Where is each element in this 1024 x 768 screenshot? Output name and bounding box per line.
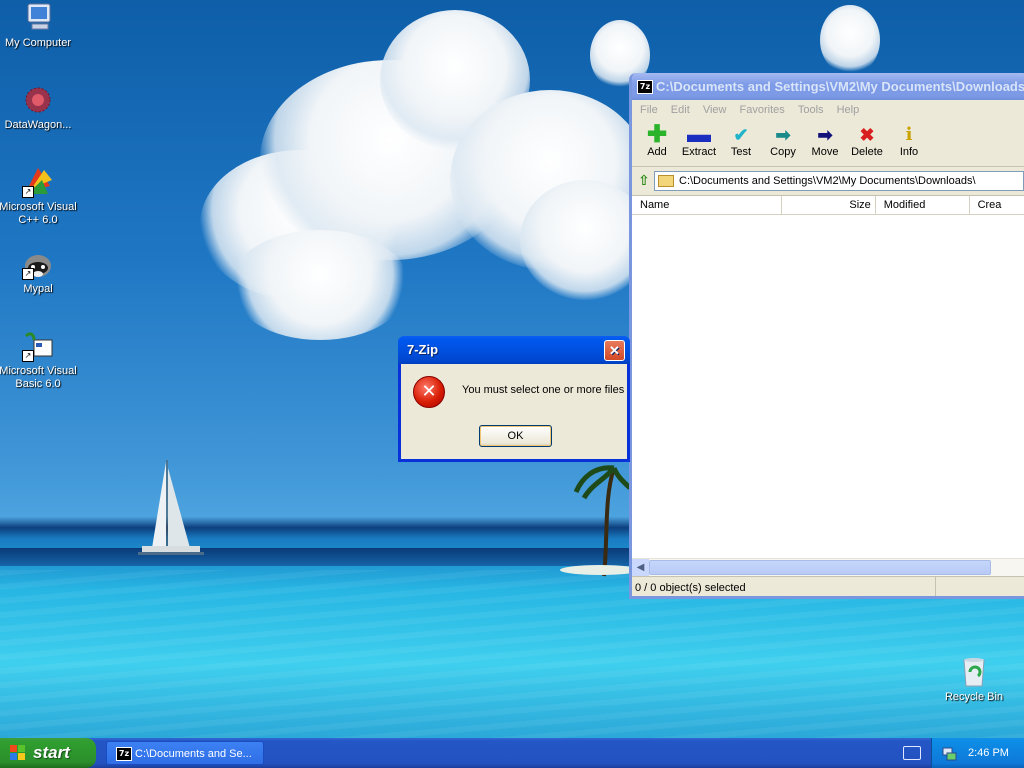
move-label: Move <box>811 146 839 158</box>
column-header-modified[interactable]: Modified <box>876 196 970 214</box>
ok-button[interactable]: OK <box>479 425 552 447</box>
extract-icon: ▬ <box>687 121 711 148</box>
horizontal-scrollbar[interactable]: ◀ <box>632 558 1024 576</box>
clock[interactable]: 2:46 PM <box>968 738 1009 768</box>
desktop-icon-label: Microsoft Visual Basic 6.0 <box>0 365 77 390</box>
taskbar-item-label: C:\Documents and Se... <box>135 748 252 760</box>
menu-bar: File Edit View Favorites Tools Help <box>632 100 1024 120</box>
column-header-created[interactable]: Crea <box>970 196 1024 214</box>
my-computer-icon <box>22 2 54 34</box>
copy-label: Copy <box>770 146 796 158</box>
desktop-icon-visual-basic[interactable]: ↗ Microsoft Visual Basic 6.0 <box>0 330 78 391</box>
desktop-icon-label: Mypal <box>23 283 53 295</box>
scroll-left-icon[interactable]: ◀ <box>632 559 649 576</box>
cloud <box>230 230 410 340</box>
test-button[interactable]: ✔ Test <box>720 120 762 166</box>
menu-file[interactable]: File <box>640 104 658 116</box>
7zip-app-icon: 7z <box>637 80 653 94</box>
window-title: C:\Documents and Settings\VM2\My Documen… <box>656 79 1024 94</box>
taskbar-item-7zip[interactable]: 7z C:\Documents and Se... <box>106 741 264 765</box>
menu-view[interactable]: View <box>703 104 727 116</box>
start-label: start <box>33 743 70 762</box>
extract-label: Extract <box>681 146 717 158</box>
mypal-icon: ↗ <box>22 248 54 280</box>
status-text: 0 / 0 object(s) selected <box>635 582 746 594</box>
address-field[interactable]: C:\Documents and Settings\VM2\My Documen… <box>654 171 1024 191</box>
info-icon: i <box>905 124 913 145</box>
test-label: Test <box>730 146 752 158</box>
window-titlebar[interactable]: 7z C:\Documents and Settings\VM2\My Docu… <box>632 73 1024 100</box>
address-bar: ⇧ C:\Documents and Settings\VM2\My Docum… <box>632 167 1024 196</box>
test-icon: ✔ <box>733 125 749 145</box>
desktop-icon-recycle-bin[interactable]: Recycle Bin <box>934 656 1014 704</box>
desktop-icon-visual-cpp[interactable]: ↗ Microsoft Visual C++ 6.0 <box>0 166 78 227</box>
keyboard-icon[interactable] <box>903 746 921 760</box>
menu-favorites[interactable]: Favorites <box>740 104 785 116</box>
beach <box>560 565 630 575</box>
delete-label: Delete <box>851 146 883 158</box>
file-list-header: Name Size Modified Crea <box>632 196 1024 215</box>
palm-tree <box>574 465 630 577</box>
desktop-icon-label: My Computer <box>4 37 72 49</box>
dialog-message: You must select one or more files <box>462 384 625 396</box>
address-path: C:\Documents and Settings\VM2\My Documen… <box>679 175 976 187</box>
desktop-icon-label: DataWagon... <box>4 119 72 131</box>
column-header-name[interactable]: Name <box>632 196 782 214</box>
system-tray: 2:46 PM <box>931 738 1024 768</box>
start-button[interactable]: start <box>0 738 96 768</box>
desktop-icon-label: Microsoft Visual C++ 6.0 <box>0 201 77 226</box>
scrollbar-thumb[interactable] <box>649 560 991 575</box>
error-dialog[interactable]: 7-Zip ✕ ✕ You must select one or more fi… <box>398 336 630 462</box>
network-icon[interactable] <box>941 745 957 761</box>
cloud <box>820 5 880 75</box>
windows-logo-icon <box>10 745 26 761</box>
desktop-icon-my-computer[interactable]: My Computer <box>0 2 78 50</box>
desktop-icon-datawagon[interactable]: DataWagon... <box>0 84 78 132</box>
delete-icon: ✖ <box>859 125 875 145</box>
column-header-size[interactable]: Size <box>782 196 876 214</box>
recycle-bin-icon <box>958 656 990 688</box>
up-folder-button[interactable]: ⇧ <box>634 172 654 190</box>
desktop-icon-mypal[interactable]: ↗ Mypal <box>0 248 78 296</box>
toolbar: ✚ Add ▬ Extract ✔ Test ➡ Copy ➡ Move ✖ D… <box>632 120 1024 167</box>
move-button[interactable]: ➡ Move <box>804 120 846 166</box>
delete-button[interactable]: ✖ Delete <box>846 120 888 166</box>
info-label: Info <box>899 146 919 158</box>
menu-edit[interactable]: Edit <box>671 104 690 116</box>
copy-button[interactable]: ➡ Copy <box>762 120 804 166</box>
status-panel <box>935 577 1024 596</box>
menu-help[interactable]: Help <box>837 104 860 116</box>
zip-file-manager-window[interactable]: 7z C:\Documents and Settings\VM2\My Docu… <box>629 73 1024 599</box>
dialog-titlebar[interactable]: 7-Zip ✕ <box>398 336 630 364</box>
shortcut-arrow-icon: ↗ <box>22 186 34 198</box>
shortcut-arrow-icon: ↗ <box>22 268 34 280</box>
menu-tools[interactable]: Tools <box>798 104 824 116</box>
visual-basic-icon: ↗ <box>22 330 54 362</box>
visual-cpp-icon: ↗ <box>22 166 54 198</box>
file-list[interactable] <box>632 215 1024 558</box>
taskbar: start 7z C:\Documents and Se... 2:46 PM <box>0 738 1024 768</box>
error-icon: ✕ <box>413 376 445 408</box>
add-label: Add <box>647 146 667 158</box>
desktop-icon-label: Recycle Bin <box>944 691 1004 703</box>
datawagon-icon <box>22 84 54 116</box>
folder-icon <box>658 175 674 187</box>
dialog-title: 7-Zip <box>407 342 439 357</box>
7zip-app-icon: 7z <box>116 747 132 761</box>
add-button[interactable]: ✚ Add <box>636 120 678 166</box>
copy-icon: ➡ <box>775 125 791 145</box>
status-bar: 0 / 0 object(s) selected <box>632 576 1024 596</box>
sailboat <box>138 460 204 555</box>
extract-button[interactable]: ▬ Extract <box>678 120 720 166</box>
add-icon: ✚ <box>646 121 668 148</box>
shortcut-arrow-icon: ↗ <box>22 350 34 362</box>
info-button[interactable]: i Info <box>888 120 930 166</box>
move-icon: ➡ <box>817 125 833 145</box>
close-icon[interactable]: ✕ <box>604 340 625 361</box>
